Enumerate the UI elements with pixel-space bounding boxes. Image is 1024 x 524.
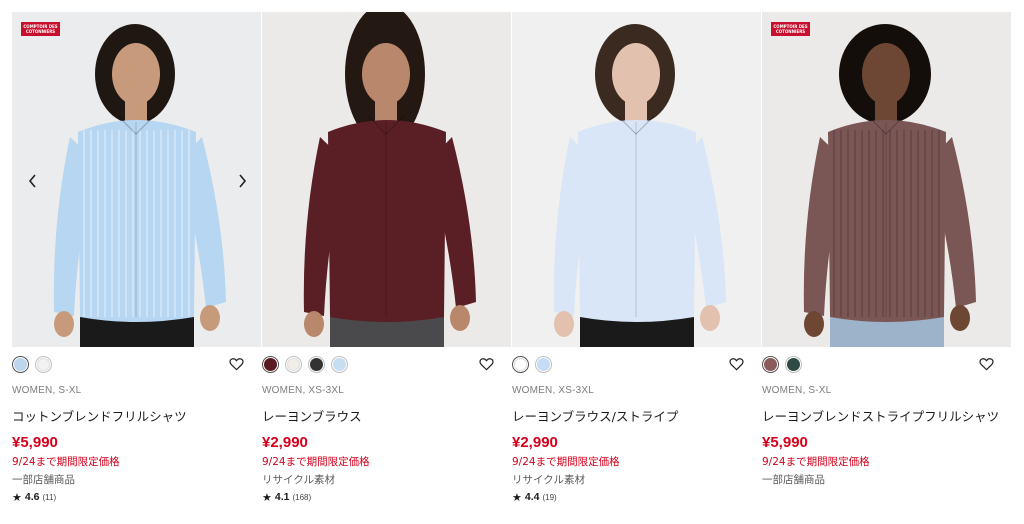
product-grid: COMPTOIR DES COTONNIERS WOMEN, S-XL コットンブ… xyxy=(12,12,1012,512)
product-note: 一部店舗商品 xyxy=(762,474,825,486)
product-price: ¥5,990 xyxy=(762,434,808,451)
product-price: ¥2,990 xyxy=(512,434,558,451)
model-illustration xyxy=(12,12,261,347)
color-swatch[interactable] xyxy=(512,355,529,373)
color-swatch[interactable] xyxy=(331,355,348,373)
product-card[interactable]: WOMEN, XS-3XL レーヨンブラウス/ストライプ ¥2,990 9/24… xyxy=(512,12,762,512)
brand-badge: COMPTOIR DES COTONNIERS xyxy=(21,22,60,36)
chevron-left-icon[interactable] xyxy=(24,172,42,190)
heart-icon[interactable] xyxy=(979,356,995,371)
color-swatch[interactable] xyxy=(35,355,52,373)
promo-text: 9/24まで期間限定価格 xyxy=(512,456,620,468)
heart-icon[interactable] xyxy=(479,356,495,371)
color-swatch[interactable] xyxy=(762,355,779,373)
color-swatch[interactable] xyxy=(262,355,279,373)
product-price: ¥2,990 xyxy=(262,434,308,451)
product-price: ¥5,990 xyxy=(12,434,58,451)
product-name[interactable]: コットンブレンドフリルシャツ xyxy=(12,406,262,424)
review-count: (168) xyxy=(292,492,312,502)
star-icon: ★ xyxy=(262,491,272,504)
product-card[interactable]: WOMEN, XS-3XL レーヨンブラウス ¥2,990 9/24まで期間限定… xyxy=(262,12,512,512)
model-illustration xyxy=(262,12,511,347)
product-card[interactable]: COMPTOIR DES COTONNIERS WOMEN, S-XL コットンブ… xyxy=(12,12,262,512)
review-count: (11) xyxy=(42,492,57,502)
color-swatches xyxy=(262,355,348,373)
size-range: WOMEN, XS-3XL xyxy=(512,385,595,396)
product-note: 一部店舗商品 xyxy=(12,474,75,486)
product-card[interactable]: COMPTOIR DES COTONNIERS WOMEN, S-XL レーヨンブ… xyxy=(762,12,1012,512)
size-range: WOMEN, S-XL xyxy=(12,385,82,396)
star-icon: ★ xyxy=(512,491,522,504)
color-swatches xyxy=(12,355,52,373)
color-swatch[interactable] xyxy=(785,355,802,373)
color-swatch[interactable] xyxy=(285,355,302,373)
rating: ★ 4.4 (19) xyxy=(512,490,762,504)
promo-text: 9/24まで期間限定価格 xyxy=(262,456,370,468)
heart-icon[interactable] xyxy=(229,356,245,371)
product-image[interactable] xyxy=(262,12,511,347)
color-swatch[interactable] xyxy=(12,355,29,373)
heart-icon[interactable] xyxy=(729,356,745,371)
size-range: WOMEN, XS-3XL xyxy=(262,385,345,396)
promo-text: 9/24まで期間限定価格 xyxy=(12,456,120,468)
product-image[interactable] xyxy=(512,12,761,347)
color-swatches xyxy=(762,355,802,373)
color-swatches xyxy=(512,355,552,373)
rating-value: 4.6 xyxy=(24,491,40,503)
product-name[interactable]: レーヨンブラウス/ストライプ xyxy=(512,406,762,424)
rating: ★ 4.6 (11) xyxy=(12,490,262,504)
size-range: WOMEN, S-XL xyxy=(762,385,832,396)
color-swatch[interactable] xyxy=(535,355,552,373)
rating: ★ 4.1 (168) xyxy=(262,490,512,504)
chevron-right-icon[interactable] xyxy=(233,172,251,190)
review-count: (19) xyxy=(542,492,557,502)
promo-text: 9/24まで期間限定価格 xyxy=(762,456,870,468)
rating-value: 4.1 xyxy=(274,491,290,503)
product-name[interactable]: レーヨンブラウス xyxy=(262,406,512,424)
brand-badge: COMPTOIR DES COTONNIERS xyxy=(771,22,810,36)
rating-value: 4.4 xyxy=(524,491,540,503)
model-illustration xyxy=(762,12,1011,347)
product-image[interactable] xyxy=(12,12,261,347)
product-name[interactable]: レーヨンブレンドストライプフリルシャツ xyxy=(762,406,1012,424)
model-illustration xyxy=(512,12,761,347)
color-swatch[interactable] xyxy=(308,355,325,373)
product-note: リサイクル素材 xyxy=(262,474,335,486)
star-icon: ★ xyxy=(12,491,22,504)
product-image[interactable] xyxy=(762,12,1011,347)
product-note: リサイクル素材 xyxy=(512,474,585,486)
